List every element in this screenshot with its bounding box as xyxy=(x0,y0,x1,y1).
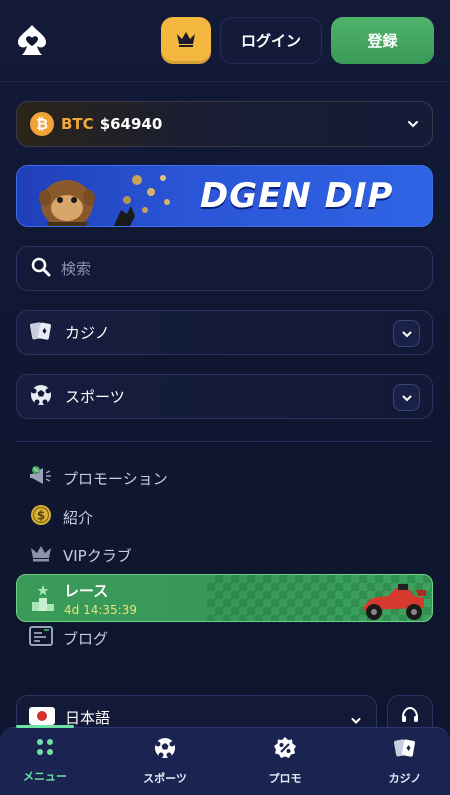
crown-icon xyxy=(175,30,197,52)
tab-menu-label: メニュー xyxy=(23,770,67,783)
percent-badge-icon xyxy=(273,736,297,764)
casino-expand-button[interactable] xyxy=(393,320,420,347)
tab-casino[interactable]: カジノ xyxy=(360,736,450,792)
search-input[interactable] xyxy=(61,259,401,278)
section-casino[interactable]: カジノ xyxy=(16,310,433,355)
nav-blog-label: ブログ xyxy=(63,629,109,648)
tab-menu[interactable]: メニュー xyxy=(0,736,90,792)
nav-item-referral[interactable]: $ 紹介 xyxy=(29,505,93,529)
section-casino-label: カジノ xyxy=(65,324,110,342)
login-button[interactable]: ログイン xyxy=(220,17,322,64)
nav-promotions-label: プロモーション xyxy=(63,469,168,488)
tab-casino-label: カジノ xyxy=(388,772,422,785)
top-bar: ログイン 登録 xyxy=(0,0,450,82)
nav-item-vip[interactable]: VIPクラブ xyxy=(29,543,132,567)
sports-expand-button[interactable] xyxy=(393,384,420,411)
tab-promo[interactable]: プロモ xyxy=(240,736,330,792)
nav-referral-label: 紹介 xyxy=(63,508,94,527)
soccer-ball-icon xyxy=(29,383,53,411)
svg-text:%: % xyxy=(33,467,39,474)
bitcoin-icon: ₿ xyxy=(30,112,54,136)
cards-icon xyxy=(29,319,53,347)
divider xyxy=(16,441,433,442)
currency-symbol: BTC xyxy=(61,115,94,133)
tab-sports-label: スポーツ xyxy=(143,772,187,785)
megaphone-icon: % xyxy=(29,465,53,491)
app: ログイン 登録 ₿ BTC $64940 DGEN DIP 検索 カジノ スポー… xyxy=(0,0,450,795)
register-button[interactable]: 登録 xyxy=(331,17,434,64)
menu-grid-icon xyxy=(34,736,56,762)
race-card[interactable]: レース 4d 14:35:39 xyxy=(16,574,433,622)
nav-item-blog[interactable]: ブログ xyxy=(29,626,108,650)
search-icon xyxy=(31,257,51,281)
promo-banner[interactable]: DGEN DIP xyxy=(16,165,433,227)
tab-sports[interactable]: スポーツ xyxy=(120,736,210,792)
chevron-down-icon xyxy=(406,116,420,135)
bottom-nav: メニュー スポーツ プロモ カジノ xyxy=(0,725,450,795)
podium-icon xyxy=(30,584,56,616)
blog-icon xyxy=(29,625,53,651)
nav-item-promotions[interactable]: % プロモーション xyxy=(29,466,168,490)
race-title: レース xyxy=(64,582,109,600)
banner-title: DGEN DIP xyxy=(200,176,394,216)
currency-selector[interactable]: ₿ BTC $64940 xyxy=(16,101,433,147)
banner-monkey-art xyxy=(39,175,170,226)
section-sports[interactable]: スポーツ xyxy=(16,374,433,419)
section-sports-label: スポーツ xyxy=(65,388,125,406)
active-tab-indicator xyxy=(16,725,74,728)
soccer-ball-icon xyxy=(153,736,177,764)
spade-heart-logo-icon[interactable] xyxy=(14,22,50,58)
search-bar[interactable] xyxy=(16,246,433,291)
currency-price: $64940 xyxy=(99,115,163,133)
nav-vip-label: VIPクラブ xyxy=(63,546,132,565)
vip-crown-button[interactable] xyxy=(161,17,211,64)
cards-icon xyxy=(393,736,417,764)
svg-text:$: $ xyxy=(37,509,45,523)
dollar-coin-icon: $ xyxy=(29,503,53,531)
race-car-icon xyxy=(358,576,428,621)
race-countdown: 4d 14:35:39 xyxy=(64,603,137,617)
tab-promo-label: プロモ xyxy=(268,772,302,785)
crown-icon xyxy=(29,543,53,567)
